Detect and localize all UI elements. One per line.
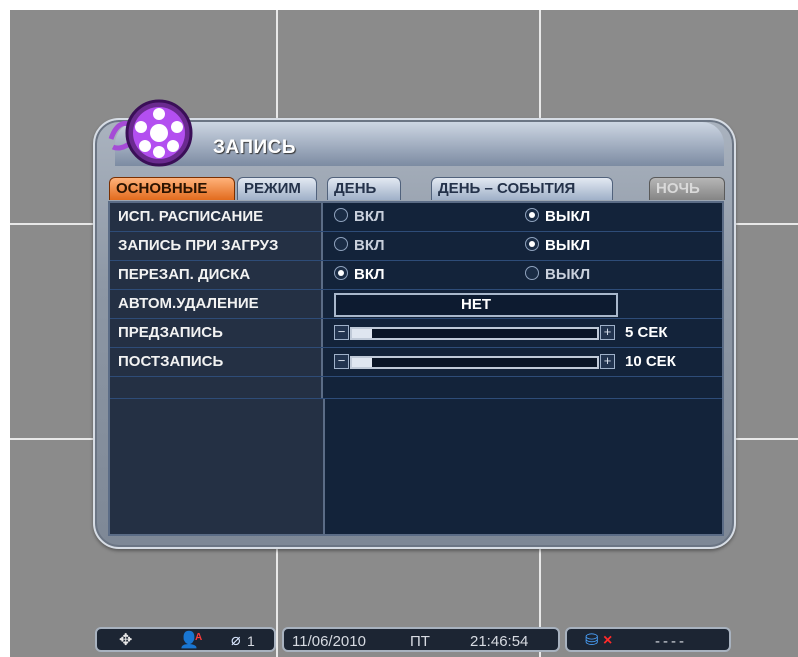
radio-unchecked-icon — [334, 237, 348, 251]
radio-label: ВКЛ — [354, 237, 385, 254]
boot-record-on-radio[interactable]: ВКЛ — [334, 232, 385, 260]
radio-checked-icon — [525, 237, 539, 251]
status-weekday: ПТ — [410, 633, 430, 650]
radio-unchecked-icon — [525, 266, 539, 280]
post-record-slider[interactable] — [350, 356, 599, 369]
camera-number: 1 — [247, 633, 255, 649]
setting-row-boot-record: ЗАПИСЬ ПРИ ЗАГРУЗ ВКЛ ВЫКЛ — [110, 232, 722, 261]
dialog-title-bar — [115, 122, 724, 166]
camera-off-icon[interactable]: ⌀ — [231, 632, 241, 650]
radio-label: ВЫКЛ — [545, 237, 591, 254]
move-icon[interactable]: ✥ — [119, 632, 132, 650]
film-reel-icon — [108, 99, 193, 167]
radio-label: ВЫКЛ — [545, 208, 591, 225]
radio-checked-icon — [525, 208, 539, 222]
setting-label: ИСП. РАСПИСАНИЕ — [110, 203, 323, 231]
status-time: 21:46:54 — [470, 633, 529, 650]
empty-label-cell — [110, 377, 323, 398]
pre-record-slider[interactable] — [350, 327, 599, 340]
disk-status-text: ---- — [655, 633, 687, 650]
tab-day[interactable]: ДЕНЬ — [327, 177, 401, 200]
empty-row — [110, 377, 722, 399]
setting-row-post-record: ПОСТЗАПИСЬ − + 10 СЕК — [110, 348, 722, 377]
disk-status-segment: ⛁ × ---- — [565, 627, 731, 652]
dialog-title: ЗАПИСЬ — [213, 137, 297, 158]
setting-label: ПЕРЕЗАП. ДИСКА — [110, 261, 323, 289]
overwrite-on-radio[interactable]: ВКЛ — [334, 261, 385, 289]
schedule-on-radio[interactable]: ВКЛ — [334, 203, 385, 231]
decrease-icon[interactable]: − — [334, 325, 349, 340]
tab-bar: ОСНОВНЫЕ РЕЖИМ ДЕНЬ ДЕНЬ – СОБЫТИЯ НОЧЬ — [109, 177, 729, 201]
overwrite-off-radio[interactable]: ВЫКЛ — [525, 261, 590, 289]
setting-label: АВТОМ.УДАЛЕНИЕ — [110, 290, 323, 318]
radio-checked-icon — [334, 266, 348, 280]
setting-row-schedule: ИСП. РАСПИСАНИЕ ВКЛ ВЫКЛ — [110, 203, 722, 232]
setting-row-overwrite: ПЕРЕЗАП. ДИСКА ВКЛ ВЫКЛ — [110, 261, 722, 290]
tab-general[interactable]: ОСНОВНЫЕ — [109, 177, 235, 200]
tab-night[interactable]: НОЧЬ — [649, 177, 725, 200]
post-record-value: 10 СЕК — [625, 353, 676, 370]
slider-fill — [352, 358, 372, 367]
datetime-segment: 11/06/2010 ПТ 21:46:54 — [282, 627, 560, 652]
settings-panel: ИСП. РАСПИСАНИЕ ВКЛ ВЫКЛ ЗАПИСЬ ПРИ ЗАГР… — [108, 201, 724, 536]
disk-icon[interactable]: ⛁ — [585, 632, 598, 650]
status-date: 11/06/2010 — [292, 633, 366, 650]
boot-record-off-radio[interactable]: ВЫКЛ — [525, 232, 590, 260]
increase-icon[interactable]: + — [600, 325, 615, 340]
radio-label: ВЫКЛ — [545, 266, 591, 283]
schedule-off-radio[interactable]: ВЫКЛ — [525, 203, 590, 231]
status-icons-segment: ✥ 👤 A ⌀ 1 — [95, 627, 276, 652]
setting-label: ПРЕДЗАПИСЬ — [110, 319, 323, 347]
radio-label: ВКЛ — [354, 208, 385, 225]
tab-day-events[interactable]: ДЕНЬ – СОБЫТИЯ — [431, 177, 613, 200]
setting-label: ПОСТЗАПИСЬ — [110, 348, 323, 376]
radio-label: ВКЛ — [354, 266, 385, 283]
pre-record-value: 5 СЕК — [625, 324, 668, 341]
setting-row-pre-record: ПРЕДЗАПИСЬ − + 5 СЕК — [110, 319, 722, 348]
auto-delete-select[interactable]: НЕТ — [334, 293, 618, 317]
tab-mode[interactable]: РЕЖИМ — [237, 177, 317, 200]
decrease-icon[interactable]: − — [334, 354, 349, 369]
empty-label-area — [110, 399, 325, 534]
error-x-icon: × — [603, 632, 613, 649]
increase-icon[interactable]: + — [600, 354, 615, 369]
setting-row-auto-delete: АВТОМ.УДАЛЕНИЕ НЕТ — [110, 290, 722, 319]
record-settings-dialog: ЗАПИСЬ ОСНОВНЫЕ РЕЖИМ ДЕНЬ ДЕНЬ – СОБЫТИ… — [93, 99, 736, 549]
radio-unchecked-icon — [334, 208, 348, 222]
slider-fill — [352, 329, 372, 338]
alert-badge-icon: A — [195, 632, 203, 643]
setting-label: ЗАПИСЬ ПРИ ЗАГРУЗ — [110, 232, 323, 260]
